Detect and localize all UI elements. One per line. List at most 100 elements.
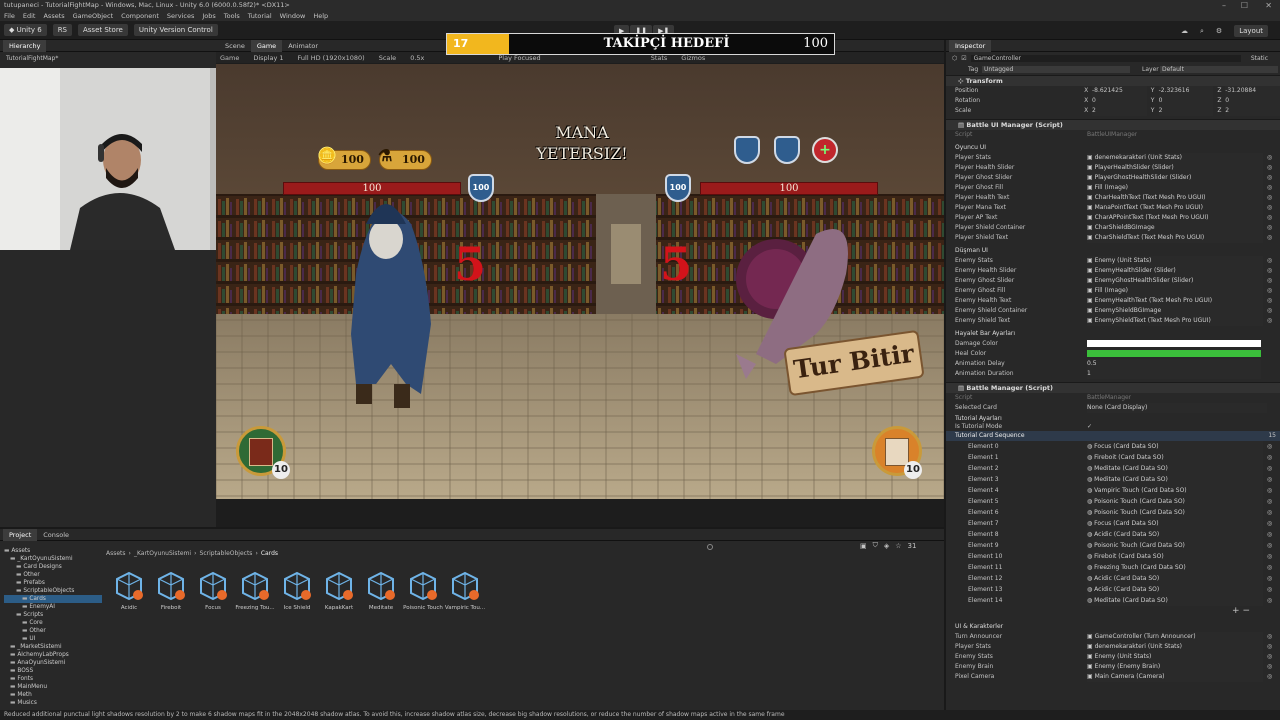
sequence-element-row[interactable]: Element 4 ◍ Vampiric Touch (Card Data SO)… — [946, 485, 1280, 496]
tab-console[interactable]: Console — [37, 529, 75, 541]
card-data-field[interactable]: ◍ Acidic (Card Data SO) — [1087, 584, 1263, 595]
target-icon[interactable]: ◎ — [1267, 540, 1272, 551]
tab-inspector[interactable]: Inspector — [949, 39, 992, 52]
target-icon[interactable]: ◎ — [1267, 632, 1272, 642]
selected-card-field[interactable]: None (Card Display) — [1087, 403, 1267, 413]
breadcrumb-kartoyunu[interactable]: _KartOyunuSistemi — [134, 550, 191, 557]
asset-item[interactable]: Freezing Tou... — [234, 571, 276, 611]
menu-edit[interactable]: Edit — [23, 12, 36, 20]
resolution-dropdown[interactable]: Full HD (1920x1080) — [298, 54, 365, 62]
object-field[interactable]: ▣ Fill (Image) — [1087, 286, 1263, 296]
target-icon[interactable]: ◎ — [1267, 529, 1272, 540]
sequence-element-row[interactable]: Element 10 ◍ Fireboit (Card Data SO) ◎ — [946, 551, 1280, 562]
target-icon[interactable]: ◎ — [1267, 562, 1272, 573]
object-field[interactable]: ▣ denemekarakteri (Unit Stats) — [1087, 153, 1263, 163]
folder-tree-item[interactable]: ▬ _KartOyunuSistemi — [4, 555, 102, 563]
game-mode-dropdown[interactable]: Game — [220, 54, 239, 62]
sequence-element-row[interactable]: Element 2 ◍ Meditate (Card Data SO) ◎ — [946, 463, 1280, 474]
menu-jobs[interactable]: Jobs — [202, 12, 215, 20]
target-icon[interactable]: ◎ — [1267, 452, 1272, 463]
target-icon[interactable]: ◎ — [1267, 652, 1272, 662]
tab-scene[interactable]: Scene — [219, 40, 251, 52]
game-viewport[interactable]: MANA YETERSIZ! 🪙 100 ⚗ 100 100 100 + 100… — [216, 64, 944, 499]
folder-tree-item[interactable]: ▬ Fonts — [4, 675, 102, 683]
sequence-element-row[interactable]: Element 11 ◍ Freezing Touch (Card Data SO… — [946, 562, 1280, 573]
target-icon[interactable]: ◎ — [1267, 153, 1272, 163]
folder-tree-item[interactable]: ▬ _MarketSistemi — [4, 643, 102, 651]
cloud-icon[interactable]: ☁ — [1181, 27, 1188, 35]
target-icon[interactable]: ◎ — [1267, 507, 1272, 518]
menu-component[interactable]: Component — [121, 12, 159, 20]
folder-tree-item[interactable]: ▬ Meth — [4, 691, 102, 699]
remove-element-icon[interactable]: − — [1242, 606, 1250, 616]
folder-tree-item[interactable]: ▬ Other — [4, 571, 102, 579]
search-icon[interactable]: ⌕ — [1200, 27, 1204, 36]
object-field[interactable]: ▣ EnemyHealthText (Text Mesh Pro UGUI) — [1087, 296, 1263, 306]
maximize-icon[interactable]: ☐ — [1241, 0, 1248, 11]
folder-tree-item[interactable]: ▬ Cards — [4, 595, 102, 603]
card-data-field[interactable]: ◍ Poisonic Touch (Card Data SO) — [1087, 540, 1263, 551]
target-icon[interactable]: ◎ — [1267, 183, 1272, 193]
target-icon[interactable]: ◎ — [1267, 496, 1272, 507]
account-button[interactable]: ◆ Unity 6 — [4, 24, 47, 36]
sequence-element-row[interactable]: Element 14 ◍ Meditate (Card Data SO) ◎ — [946, 595, 1280, 606]
menu-help[interactable]: Help — [313, 12, 328, 20]
asset-item[interactable]: Fireboit — [150, 571, 192, 611]
asset-item[interactable]: Ice Shield — [276, 571, 318, 611]
asset-item[interactable]: Focus — [192, 571, 234, 611]
layer-dropdown[interactable]: Default — [1160, 66, 1278, 73]
object-field[interactable]: ▣ Enemy (Enemy Brain) — [1087, 662, 1263, 672]
object-field[interactable]: ▣ EnemyShieldText (Text Mesh Pro UGUI) — [1087, 316, 1263, 326]
object-field[interactable]: ▣ Fill (Image) — [1087, 183, 1263, 193]
scale-value[interactable]: 0.5x — [410, 54, 424, 62]
target-icon[interactable]: ◎ — [1267, 642, 1272, 652]
object-field[interactable]: ▣ ManaPointText (Text Mesh Pro UGUI) — [1087, 203, 1263, 213]
card-data-field[interactable]: ◍ Meditate (Card Data SO) — [1087, 474, 1263, 485]
version-control-button[interactable]: Unity Version Control — [133, 24, 218, 36]
object-field[interactable]: ▣ GameController (Turn Announcer) — [1087, 632, 1263, 642]
asset-item[interactable]: Poisonic Touch — [402, 571, 444, 611]
anim-duration-field[interactable]: 1 — [1087, 369, 1261, 379]
tab-game[interactable]: Game — [250, 39, 283, 52]
position-z-field[interactable]: -31.20884 — [1225, 86, 1280, 96]
breadcrumb-cards[interactable]: Cards — [261, 550, 278, 557]
target-icon[interactable]: ◎ — [1267, 213, 1272, 223]
target-icon[interactable]: ◎ — [1267, 595, 1272, 606]
object-field[interactable]: ▣ Main Camera (Camera) — [1087, 672, 1263, 682]
target-icon[interactable]: ◎ — [1267, 573, 1272, 584]
card-data-field[interactable]: ◍ Acidic (Card Data SO) — [1087, 573, 1263, 584]
target-icon[interactable]: ◎ — [1267, 286, 1272, 296]
anim-delay-field[interactable]: 0.5 — [1087, 359, 1261, 369]
folder-tree-item[interactable]: ▬ EnemyAI — [4, 603, 102, 611]
object-field[interactable]: ▣ CharShieldBGImage — [1087, 223, 1263, 233]
minimize-icon[interactable]: – — [1222, 0, 1226, 11]
tab-hierarchy[interactable]: Hierarchy — [3, 39, 47, 52]
object-field[interactable]: ▣ EnemyShieldBGImage — [1087, 306, 1263, 316]
sequence-element-row[interactable]: Element 3 ◍ Meditate (Card Data SO) ◎ — [946, 474, 1280, 485]
scale-y-field[interactable]: 2 — [1158, 106, 1214, 116]
filter-icon[interactable]: ⛉ — [873, 541, 878, 550]
card-data-field[interactable]: ◍ Meditate (Card Data SO) — [1087, 595, 1263, 606]
target-icon[interactable]: ◎ — [1267, 662, 1272, 672]
object-field[interactable]: ▣ EnemyGhostHealthSlider (Slider) — [1087, 276, 1263, 286]
hierarchy-root[interactable]: TutorialFightMap* — [0, 52, 216, 65]
asset-store-button[interactable]: Asset Store — [78, 24, 128, 36]
sequence-element-row[interactable]: Element 7 ◍ Focus (Card Data SO) ◎ — [946, 518, 1280, 529]
menu-tools[interactable]: Tools — [224, 12, 240, 20]
menu-tutorial[interactable]: Tutorial — [248, 12, 272, 20]
sequence-element-row[interactable]: Element 0 ◍ Focus (Card Data SO) ◎ — [946, 441, 1280, 452]
add-element-icon[interactable]: + — [1232, 606, 1240, 616]
sequence-element-row[interactable]: Element 8 ◍ Acidic (Card Data SO) ◎ — [946, 529, 1280, 540]
battle-manager-header[interactable]: ▤ Battle Manager (Script) — [946, 382, 1280, 393]
object-field[interactable]: ▣ PlayerGhostHealthSlider (Slider) — [1087, 173, 1263, 183]
target-icon[interactable]: ◎ — [1267, 551, 1272, 562]
tag-dropdown[interactable]: Untagged — [982, 66, 1130, 73]
card-data-field[interactable]: ◍ Focus (Card Data SO) — [1087, 441, 1263, 452]
folder-tree-item[interactable]: ▬ Musics — [4, 699, 102, 707]
tutorial-sequence-row[interactable]: Tutorial Card Sequence 15 — [946, 431, 1280, 441]
rs-button[interactable]: RS — [52, 24, 72, 36]
folder-tree-item[interactable]: ▬ MainMenu — [4, 683, 102, 691]
settings-icon[interactable]: ⚙ — [1216, 27, 1222, 35]
battle-ui-manager-header[interactable]: ▤ Battle UI Manager (Script) — [946, 119, 1280, 130]
target-icon[interactable]: ◎ — [1267, 672, 1272, 682]
